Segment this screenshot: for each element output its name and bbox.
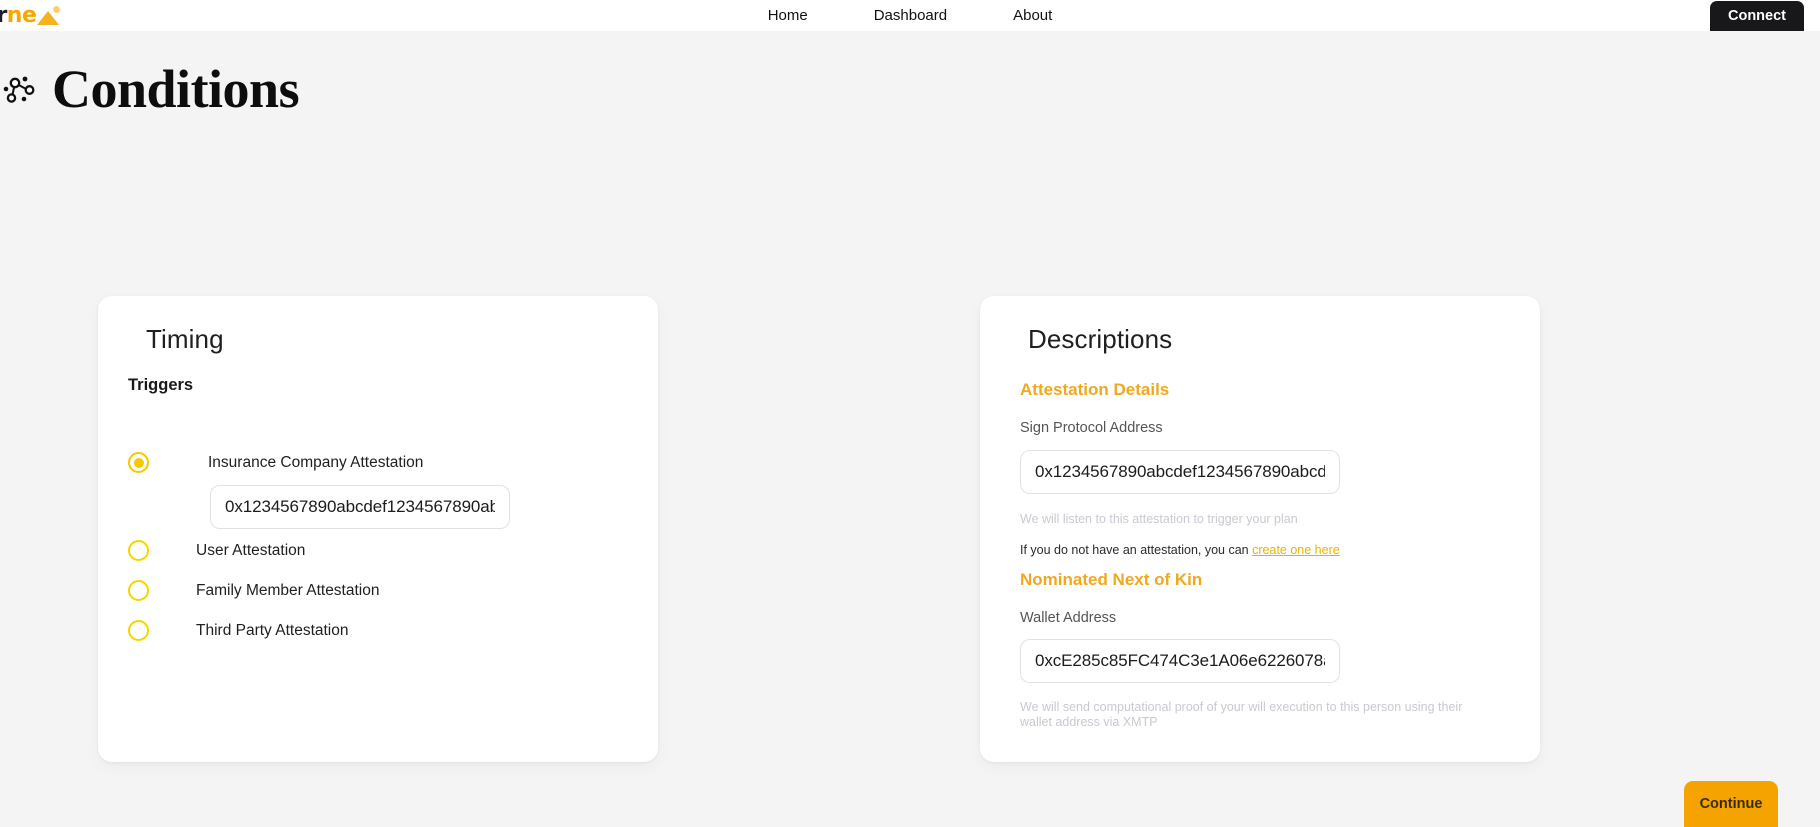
trigger-option-family-member[interactable]: Family Member Attestation xyxy=(128,580,379,601)
nav-link-about[interactable]: About xyxy=(1013,0,1052,31)
descriptions-card: Descriptions xyxy=(980,296,1540,762)
trigger-option-insurance[interactable]: Insurance Company Attestation xyxy=(128,452,423,473)
trigger-option-third-party[interactable]: Third Party Attestation xyxy=(128,620,349,641)
continue-button[interactable]: Continue xyxy=(1684,781,1778,827)
nav-link-home[interactable]: Home xyxy=(768,0,808,31)
main-nav: Home Dashboard About xyxy=(0,0,1820,31)
trigger-option-user[interactable]: User Attestation xyxy=(128,540,305,561)
create-one-here-link[interactable]: create one here xyxy=(1252,543,1340,557)
create-attestation-prompt-text: If you do not have an attestation, you c… xyxy=(1020,543,1249,557)
radio-third-party-attestation[interactable] xyxy=(128,620,149,641)
radio-insurance-attestation[interactable] xyxy=(128,452,149,473)
nav-link-dashboard[interactable]: Dashboard xyxy=(874,0,947,31)
connect-wallet-button[interactable]: Connect xyxy=(1710,1,1804,31)
create-attestation-prompt: If you do not have an attestation, you c… xyxy=(1020,543,1340,557)
descriptions-card-title: Descriptions xyxy=(1028,324,1173,354)
page-title: Conditions xyxy=(52,59,300,119)
trigger-label-third-party: Third Party Attestation xyxy=(196,621,349,639)
trigger-label-family-member: Family Member Attestation xyxy=(196,581,380,599)
timing-card-title: Timing xyxy=(146,324,224,354)
next-of-kin-hint: We will send computational proof of your… xyxy=(1020,700,1463,729)
trigger-label-insurance: Insurance Company Attestation xyxy=(208,453,424,471)
triggers-label: Triggers xyxy=(128,376,194,394)
nominated-next-of-kin-heading: Nominated Next of Kin xyxy=(1020,570,1203,589)
sign-protocol-address-input[interactable] xyxy=(1020,450,1340,494)
sign-protocol-hint: We will listen to this attestation to tr… xyxy=(1020,512,1298,526)
next-of-kin-wallet-address-input[interactable] xyxy=(1020,639,1340,683)
insurance-attestation-address-input[interactable] xyxy=(210,485,510,529)
wallet-address-label: Wallet Address xyxy=(1020,610,1117,626)
nodes-network-icon xyxy=(3,76,35,103)
attestation-details-heading: Attestation Details xyxy=(1020,380,1170,399)
page-header: Conditions xyxy=(0,59,300,119)
top-navigation-bar: terne Home Dashboard About Connect xyxy=(0,0,1820,31)
timing-card: Timing xyxy=(98,296,658,762)
sign-protocol-address-label: Sign Protocol Address xyxy=(1020,420,1163,436)
radio-family-member-attestation[interactable] xyxy=(128,580,149,601)
trigger-label-user: User Attestation xyxy=(196,541,306,559)
radio-user-attestation[interactable] xyxy=(128,540,149,561)
